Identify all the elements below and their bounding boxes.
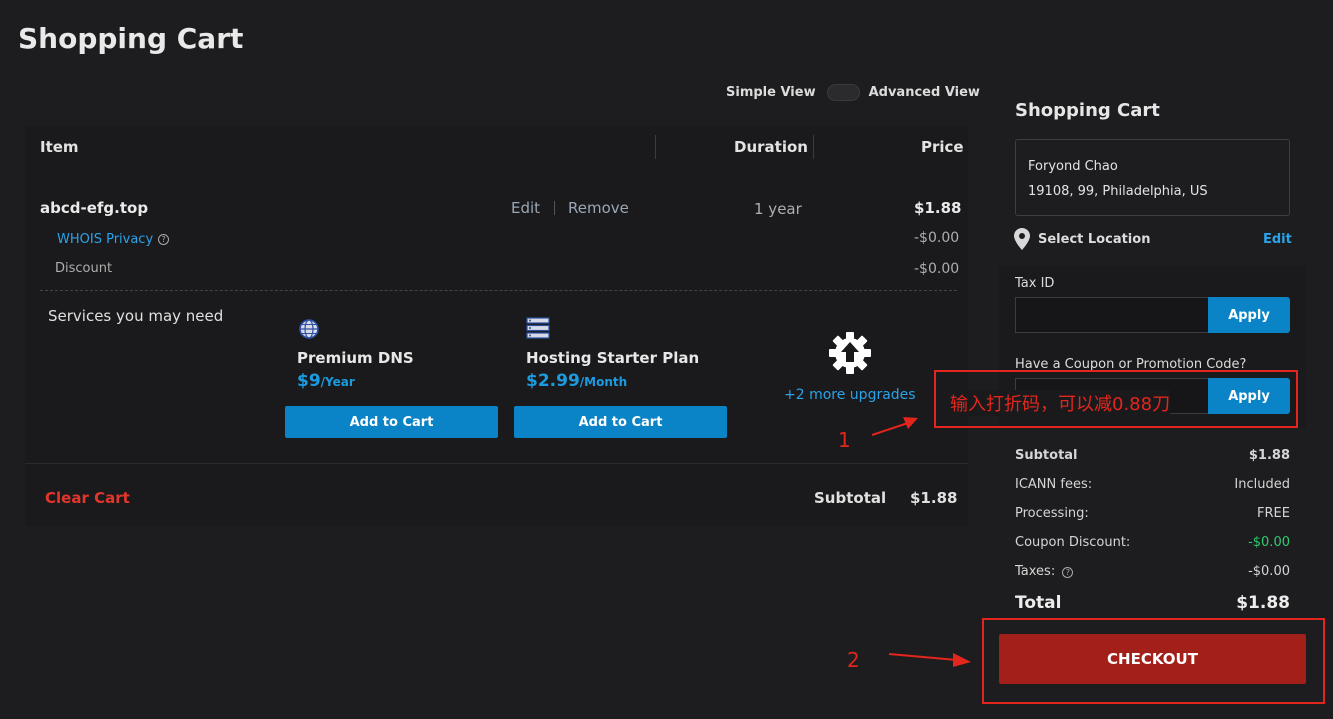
service-price-period: /Month [579,375,628,389]
address-line: 19108, 99, Philadelphia, US [1028,184,1208,199]
server-icon [526,317,550,339]
summary-value: -$0.00 [1248,535,1290,550]
gear-icon [829,332,871,374]
more-upgrades-link[interactable]: +2 more upgrades [784,387,916,403]
whois-privacy[interactable]: WHOIS Privacy ? [57,232,170,247]
summary-label: Taxes: [1015,564,1056,579]
summary-value: Included [1234,477,1290,492]
service-price-amount: $9 [297,371,321,391]
subtotal-label: Subtotal [814,489,887,507]
help-icon[interactable]: ? [1062,567,1074,578]
arrow-icon [871,417,918,436]
address-box: Foryond Chao 19108, 99, Philadelphia, US [1015,139,1290,216]
select-location[interactable]: Select Location [1014,228,1150,250]
select-location-label[interactable]: Select Location [1038,232,1150,247]
summary-label: ICANN fees: [1015,477,1093,492]
total-value: $1.88 [1236,593,1290,613]
header-duration: Duration [734,138,808,156]
discount-value: -$0.00 [914,261,960,277]
whois-privacy-link[interactable]: WHOIS Privacy [57,232,153,247]
summary-row-taxes: Taxes: ? -$0.00 [1015,564,1290,579]
summary-row-processing: Processing: FREE [1015,506,1290,521]
add-premium-dns-button[interactable]: Add to Cart [285,406,498,438]
summary-row-total: Total $1.88 [1015,593,1290,613]
discount-label: Discount [55,261,113,276]
total-label: Total [1015,593,1062,613]
summary-value: -$0.00 [1248,564,1290,579]
summary-value: FREE [1257,506,1290,521]
subtotal-value: $1.88 [910,489,958,507]
remove-item-button[interactable]: Remove [568,199,629,217]
sidebar-title: Shopping Cart [1015,100,1160,121]
item-name: abcd-efg.top [40,199,149,217]
service-title: Hosting Starter Plan [526,349,700,367]
footer-divider [25,463,968,464]
header-price: Price [921,138,964,156]
tax-id-input[interactable] [1015,297,1208,333]
summary-label: Processing: [1015,506,1089,521]
step-number: 1 [838,428,851,452]
service-price: $2.99/Month [526,371,727,391]
header-divider [813,135,814,159]
summary-value: $1.88 [1248,448,1290,463]
summary-label: Coupon Discount: [1015,535,1131,550]
tax-apply-button[interactable]: Apply [1208,297,1290,333]
summary-row-coupon: Coupon Discount: -$0.00 [1015,535,1290,550]
service-title: Premium DNS [297,349,414,367]
add-hosting-button[interactable]: Add to Cart [514,406,727,438]
globe-icon [299,319,319,339]
advanced-view-label[interactable]: Advanced View [869,85,980,100]
step-number: 2 [847,648,860,672]
view-toggle: Simple View Advanced View [726,84,980,101]
whois-price: -$0.00 [914,230,960,246]
summary-row-subtotal: Subtotal $1.88 [1015,448,1290,463]
edit-remove-divider [554,201,555,215]
coupon-annotation: 输入打折码，可以减0.88刀 [950,390,1171,416]
item-duration: 1 year [754,200,802,218]
simple-view-label[interactable]: Simple View [726,85,816,100]
service-card-hosting: Hosting Starter Plan $2.99/Month [514,316,727,391]
services-label: Services you may need [48,307,224,325]
service-price-amount: $2.99 [526,371,580,391]
address-name: Foryond Chao [1028,159,1118,174]
page-title: Shopping Cart [18,22,244,55]
item-price: $1.88 [914,199,962,217]
service-price-period: /Year [320,375,355,389]
row-divider [40,290,957,291]
checkout-highlight-box [982,618,1325,704]
view-toggle-switch[interactable] [826,84,860,101]
summary-row-icann: ICANN fees: Included [1015,477,1290,492]
tax-id-group: Apply [1015,297,1290,333]
edit-item-button[interactable]: Edit [511,199,540,217]
edit-location-link[interactable]: Edit [1263,232,1292,247]
service-card-premium-dns: Premium DNS $9/Year [285,318,498,391]
service-price: $9/Year [297,371,498,391]
clear-cart-button[interactable]: Clear Cart [45,489,130,507]
arrow-icon [888,653,971,667]
help-icon[interactable]: ? [158,234,170,245]
header-item: Item [40,138,79,156]
map-pin-icon [1014,228,1030,250]
summary-label-wrap: Taxes: ? [1015,564,1074,579]
header-divider [655,135,656,159]
summary-label: Subtotal [1015,448,1078,463]
tax-id-label: Tax ID [1015,276,1055,291]
